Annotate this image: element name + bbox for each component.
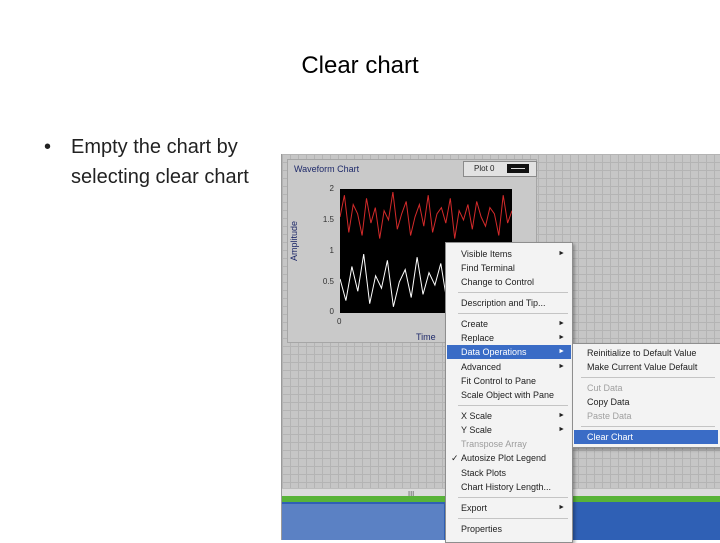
- slide-title: Clear chart: [301, 52, 419, 79]
- menu-item-find-terminal[interactable]: Find Terminal: [447, 261, 571, 275]
- y-tick-label: 1: [329, 246, 334, 255]
- x-tick-label: 0: [337, 317, 342, 326]
- menu-item-change-to-control[interactable]: Change to Control: [447, 275, 571, 289]
- y-tick-label: 2: [329, 184, 334, 193]
- menu-separator: [458, 497, 568, 498]
- y-tick-label: 1.5: [322, 215, 334, 224]
- submenu-item-reinitialize[interactable]: Reinitialize to Default Value: [574, 346, 718, 360]
- plot-legend-label: Plot 0: [474, 164, 495, 173]
- menu-item-x-scale[interactable]: X Scale ►: [447, 409, 571, 423]
- submenu-arrow-icon: ►: [558, 363, 565, 370]
- submenu-arrow-icon: ►: [558, 320, 565, 327]
- menu-item-properties[interactable]: Properties: [447, 522, 571, 536]
- menu-item-create[interactable]: Create ►: [447, 317, 571, 331]
- submenu-item-copy-data[interactable]: Copy Data: [574, 395, 718, 409]
- bullet-text: Empty the chart by selecting clear chart: [71, 136, 249, 188]
- menu-item-visible-items[interactable]: Visible Items ►: [447, 247, 571, 261]
- submenu-arrow-icon: ►: [558, 504, 565, 511]
- checkmark-icon: ✓: [451, 453, 459, 463]
- context-menu: Visible Items ► Find Terminal Change to C…: [445, 242, 573, 543]
- menu-item-fit-control[interactable]: Fit Control to Pane: [447, 374, 571, 388]
- taskbar-area: [282, 504, 444, 540]
- submenu-arrow-icon: ►: [558, 250, 565, 257]
- menu-separator: [458, 518, 568, 519]
- data-operations-submenu: Reinitialize to Default Value Make Curre…: [572, 343, 720, 448]
- submenu-arrow-icon: ►: [558, 426, 565, 433]
- menu-separator: [458, 405, 568, 406]
- plot-legend[interactable]: Plot 0: [463, 161, 537, 177]
- menu-separator: [458, 292, 568, 293]
- menu-item-description-tip[interactable]: Description and Tip...: [447, 296, 571, 310]
- submenu-item-clear-chart[interactable]: Clear Chart: [574, 430, 718, 444]
- x-axis-label: Time: [416, 332, 436, 342]
- menu-item-autosize-plot-legend[interactable]: ✓ Autosize Plot Legend: [447, 451, 571, 465]
- menu-separator: [581, 426, 715, 427]
- menu-item-replace[interactable]: Replace ►: [447, 331, 571, 345]
- menu-item-data-operations[interactable]: Data Operations ►: [447, 345, 571, 359]
- menu-item-y-scale[interactable]: Y Scale ►: [447, 423, 571, 437]
- submenu-arrow-icon: ►: [558, 334, 565, 341]
- y-axis-label: Amplitude: [289, 220, 300, 262]
- plot-legend-swatch: [507, 164, 529, 173]
- trace-red: [340, 192, 512, 239]
- chart-label: Waveform Chart: [294, 164, 360, 174]
- submenu-item-cut-data[interactable]: Cut Data: [574, 381, 718, 395]
- menu-item-scale-object[interactable]: Scale Object with Pane: [447, 388, 571, 402]
- menu-item-export[interactable]: Export ►: [447, 501, 571, 515]
- y-tick-label: 0.5: [322, 277, 334, 286]
- submenu-arrow-icon: ►: [558, 348, 565, 355]
- submenu-item-paste-data[interactable]: Paste Data: [574, 409, 718, 423]
- menu-item-advanced[interactable]: Advanced ►: [447, 360, 571, 374]
- submenu-item-make-default[interactable]: Make Current Value Default: [574, 360, 718, 374]
- y-tick-label: 0: [329, 307, 334, 316]
- bullet-symbol: •: [44, 136, 52, 158]
- menu-separator: [581, 377, 715, 378]
- menu-item-chart-history-length[interactable]: Chart History Length...: [447, 480, 571, 494]
- menu-item-transpose-array[interactable]: Transpose Array: [447, 437, 571, 451]
- menu-item-stack-plots[interactable]: Stack Plots: [447, 466, 571, 480]
- submenu-arrow-icon: ►: [558, 412, 565, 419]
- menu-separator: [458, 313, 568, 314]
